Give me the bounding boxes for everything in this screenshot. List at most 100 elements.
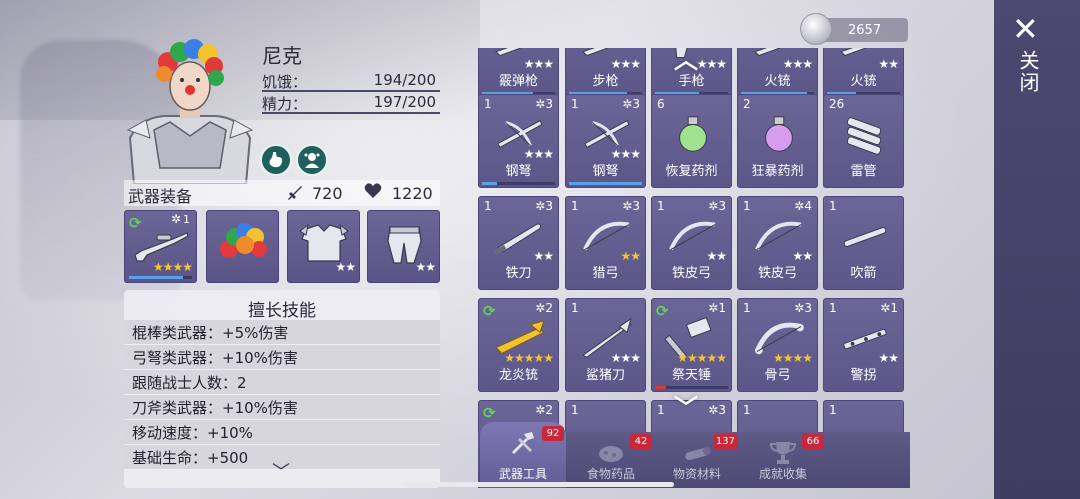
item-count: 1: [571, 301, 579, 315]
item-stars: ★★★: [610, 147, 641, 161]
inventory-slot[interactable]: 1 ✲3 ★★ 铁皮弓: [651, 196, 732, 290]
item-stars: ★★: [533, 249, 553, 263]
gear-icon: ✲: [794, 199, 805, 213]
chevron-up-icon[interactable]: ︿: [674, 40, 698, 75]
skill-item: 刀斧类武器：+10%伤害: [124, 395, 440, 420]
inventory-slot[interactable]: ★★ 火铳: [823, 48, 904, 98]
chevron-down-icon[interactable]: ﹀: [272, 458, 290, 484]
inventory-slot[interactable]: 1 ✲3 ★★ 铁刀: [478, 196, 559, 290]
skill-item: 弓弩类武器：+10%伤害: [124, 345, 440, 370]
inventory-slot[interactable]: ⟳ ✲1 ★★★★★ 祭天锤: [651, 298, 732, 392]
item-level: ✲3: [794, 301, 812, 315]
hunger-value: 194/200: [373, 71, 436, 89]
item-name: 火铳: [764, 74, 791, 89]
inventory-slot[interactable]: ★★★ 霰弹枪: [478, 48, 559, 98]
tab-food-medicine[interactable]: 42 食物药品: [568, 432, 654, 488]
health-value: 1220: [392, 184, 433, 203]
item-level: ✲1: [708, 301, 726, 315]
item-stars: ★★★: [610, 351, 641, 365]
item-name: 恢复药剂: [665, 164, 718, 179]
inventory-slot[interactable]: 1: [737, 400, 818, 434]
item-stars: ★★: [792, 249, 812, 263]
tab-achievements[interactable]: 66 成就收集: [740, 432, 826, 488]
inventory-slot[interactable]: 2 狂暴药剂: [737, 94, 818, 188]
gear-icon: ✲: [708, 403, 719, 417]
inventory-slot[interactable]: 26 雷管: [823, 94, 904, 188]
tab-badge: 42: [630, 434, 652, 449]
item-count: 1: [571, 97, 579, 111]
gear-icon: ✲: [794, 301, 805, 315]
energy-stat: 精力： 197/200: [262, 92, 440, 114]
hunger-stat: 饥饿： 194/200: [262, 70, 440, 92]
sword-icon: [286, 184, 304, 206]
equip-slot-weapon[interactable]: ⟳ ✲ 1 ★★★★: [124, 210, 197, 283]
item-count: 2: [743, 97, 751, 111]
gear-icon: ✲: [622, 199, 633, 213]
inventory-slot[interactable]: ⟳ ✲2 ★★★★★ 龙炎铳: [478, 298, 559, 392]
item-level: ✲3: [622, 97, 640, 111]
item-stars: ★★★★★: [677, 351, 727, 365]
inventory-slot[interactable]: 1 ✲3 ★★★ 钢弩: [565, 94, 646, 188]
gear-icon: ✲: [535, 403, 546, 417]
tab-materials[interactable]: 137 物资材料: [654, 432, 740, 488]
inventory-slot[interactable]: 1 ✲3 ★★ 猎弓: [565, 196, 646, 290]
gear-icon: ✲: [708, 301, 719, 315]
item-name: 步枪: [592, 74, 619, 89]
dynamite-icon: [846, 117, 882, 155]
close-icon[interactable]: ✕: [1012, 13, 1039, 45]
item-level: ✲3: [708, 199, 726, 213]
inventory-slot[interactable]: 1: [565, 400, 646, 434]
inventory-slot[interactable]: ★★★ 步枪: [565, 48, 646, 98]
inventory-slot[interactable]: 1 ✲1 ★★ 警拐: [823, 298, 904, 392]
inventory-slot[interactable]: 6 恢复药剂: [651, 94, 732, 188]
inventory-grid[interactable]: ★★★ 霰弹枪 ★★★ 步枪 ★★★ 手枪 ★★★ 火铳 ★★ 火铳 1 ✲3 ★★★ 钢弩 1 ✲3 ★★★ 钢…: [478, 48, 910, 434]
item-name: 铁刀: [505, 266, 532, 281]
item-stars: ★★: [706, 249, 726, 263]
item-stars: ★★: [620, 249, 640, 263]
inventory-slot[interactable]: ★★★ 火铳: [737, 48, 818, 98]
item-count: 1: [829, 199, 837, 213]
item-level: ✲4: [794, 199, 812, 213]
durability-bar: [129, 276, 192, 279]
close-label[interactable]: 关闭: [1014, 50, 1043, 94]
skill-item: 跟随战士人数：2: [124, 370, 440, 395]
item-stars: ★★: [878, 57, 898, 71]
energy-label: 精力：: [262, 95, 308, 113]
close-panel[interactable]: ✕ 关闭: [994, 0, 1080, 499]
stomach-icon[interactable]: [260, 144, 292, 176]
inventory-slot[interactable]: 1 ★★★ 鲨猪刀: [565, 298, 646, 392]
equip-slot-body[interactable]: ★★: [287, 210, 360, 283]
gear-icon: ✲: [535, 97, 546, 111]
item-count: 1: [571, 403, 579, 417]
item-count: 26: [829, 97, 845, 111]
inventory-slot[interactable]: 1: [823, 400, 904, 434]
tab-badge: 137: [712, 434, 738, 449]
item-level: ✲3: [708, 403, 726, 417]
item-count: 1: [743, 403, 751, 417]
item-stars: ★★★: [523, 57, 554, 71]
equip-slot-head[interactable]: [206, 210, 279, 283]
tab-badge: 92: [542, 426, 564, 441]
inventory-slot[interactable]: 1 吹箭: [823, 196, 904, 290]
equip-slot-legs[interactable]: ★★: [367, 210, 440, 283]
item-stars: ★★★★: [152, 260, 193, 274]
item-level-value: 2: [545, 403, 553, 417]
trophy-icon: [769, 442, 797, 464]
item-count: 1: [657, 403, 665, 417]
chevron-down-icon[interactable]: ﹀: [674, 388, 698, 423]
item-count: 1: [571, 199, 579, 213]
inventory-slot[interactable]: 1 ✲3 ★★★★ 骨弓: [737, 298, 818, 392]
tab-label: 食物药品: [586, 467, 635, 481]
home-indicator: [402, 482, 674, 487]
skills-panel[interactable]: 擅长技能 棍棒类武器：+5%伤害 弓弩类武器：+10%伤害 跟随战士人数：2 刀…: [124, 290, 440, 488]
item-level: ✲1: [880, 301, 898, 315]
companion-icon[interactable]: [296, 144, 328, 176]
inventory-slot[interactable]: 1 ✲4 ★★ 铁皮弓: [737, 196, 818, 290]
inventory-slot[interactable]: 1 ✲3 ★★★ 钢弩: [478, 94, 559, 188]
gear-icon: ✲: [535, 301, 546, 315]
equipment-title: 武器装备: [128, 187, 193, 206]
coin-counter: 2657: [800, 13, 908, 45]
tab-weapons-tools[interactable]: 92 武器工具: [480, 422, 566, 488]
gear-icon: ✲: [622, 97, 633, 111]
item-count: 6: [657, 97, 665, 111]
